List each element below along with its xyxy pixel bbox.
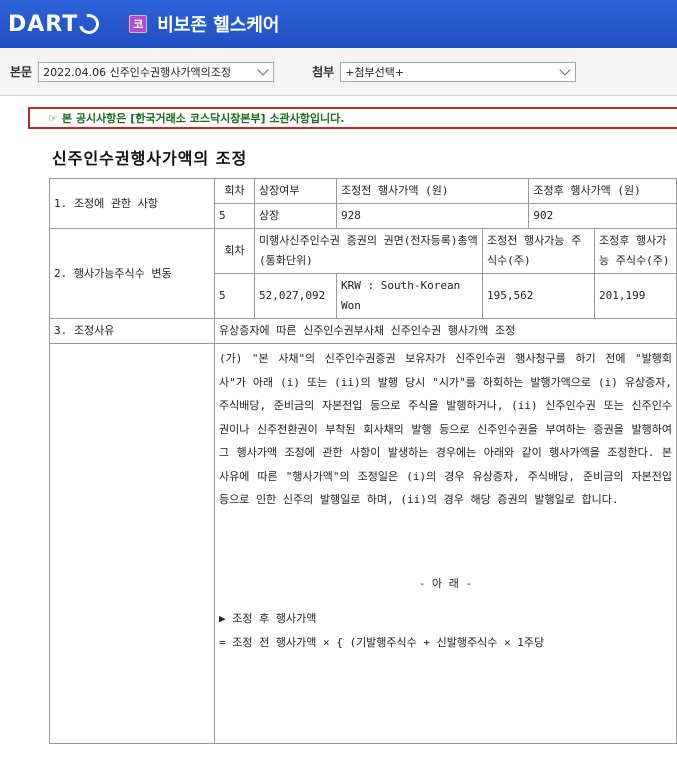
section-1-label: 1. 조정에 관한 사항	[49, 178, 215, 229]
s2-value-currency: KRW : South-Korean Won	[336, 273, 483, 319]
pointing-hand-icon: ☞	[48, 111, 58, 125]
top-header-bar: DART 코 비보존 헬스케어	[0, 0, 677, 48]
formula-line: = 조정 전 행사가액 × { (기발행주식수 + 신발행주식수 × 1주당	[219, 635, 545, 649]
dart-swoosh-icon	[75, 10, 103, 38]
s2-value-amount: 52,027,092	[254, 273, 337, 319]
s2-value-after: 201,199	[594, 273, 677, 319]
s1-header-round: 회차	[214, 178, 255, 204]
attachment-select[interactable]: +첨부선택+	[340, 61, 577, 82]
page-title: 신주인수권행사가액의 조정	[52, 149, 248, 168]
document-content: ☞ 본 공시사항은 [한국거래소 코스닥시장본부] 소관사항입니다. 신주인수권…	[0, 96, 677, 764]
s1-value-listed: 상장	[254, 203, 337, 229]
company-name: 비보존 헬스케어	[157, 15, 280, 36]
document-selector-bar: 본문 2022.04.06 신주인수권행사가액의조정 첨부 +첨부선택+	[0, 48, 677, 96]
main-doc-select-value: 2022.04.06 신주인수권행사가액의조정	[43, 65, 232, 79]
company-title: 코 비보존 헬스케어	[129, 11, 279, 37]
main-doc-label: 본문	[10, 65, 33, 79]
section-2-label: 2. 행사가능주식수 변동	[49, 228, 215, 319]
s2-header-face-amount: 미행사신주인수권 증권의 권면(전자등록)총액 (통화단위)	[254, 228, 483, 274]
attachment-select-value: +첨부선택+	[345, 65, 405, 79]
s1-header-after: 조정후 행사가액 (원)	[528, 178, 677, 204]
s1-header-listed: 상장여부	[254, 178, 337, 204]
s1-value-after: 902	[528, 203, 677, 229]
notice-text: 본 공시사항은 [한국거래소 코스닥시장본부] 소관사항입니다.	[61, 112, 345, 125]
s1-value-round: 5	[214, 203, 255, 229]
s2-value-before: 195,562	[482, 273, 595, 319]
main-doc-select[interactable]: 2022.04.06 신주인수권행사가액의조정	[38, 61, 275, 82]
disclosure-table: 1. 조정에 관한 사항 회차 상장여부 조정전 행사가액 (원) 조정후 행사…	[49, 178, 677, 744]
section-4-empty	[49, 343, 215, 744]
market-badge-icon: 코	[129, 15, 148, 33]
formula-title: ▶ 조정 후 행사가액	[219, 612, 317, 625]
chevron-down-icon	[257, 63, 269, 76]
dart-logo[interactable]: DART	[8, 10, 103, 38]
dart-logo-text: DART	[8, 11, 79, 37]
adjustment-paragraph: (가) "본 사채"의 신주인수권증권 보유자가 신주인수권 행사청구를 하기 …	[219, 352, 672, 506]
attachment-label: 첨부	[312, 65, 335, 79]
s1-header-before: 조정전 행사가액 (원)	[335, 178, 530, 204]
notice-banner: ☞ 본 공시사항은 [한국거래소 코스닥시장본부] 소관사항입니다.	[28, 107, 677, 129]
s2-header-before: 조정전 행사가능 주식수(주)	[482, 228, 595, 274]
s3-value: 유상증자에 따른 신주인수권부사채 신주인수권 행사가액 조정	[214, 318, 677, 344]
adjustment-detail-cell: (가) "본 사채"의 신주인수권증권 보유자가 신주인수권 행사청구를 하기 …	[214, 343, 677, 744]
below-marker: - 아 래 -	[418, 576, 473, 590]
s1-value-before: 928	[335, 203, 530, 229]
s2-header-after: 조정후 행사가능 주식수(주)	[594, 228, 677, 274]
s2-header-round: 회차	[214, 228, 255, 274]
section-3-label: 3. 조정사유	[49, 318, 215, 344]
chevron-down-icon	[559, 63, 571, 76]
s2-value-round: 5	[214, 273, 255, 319]
